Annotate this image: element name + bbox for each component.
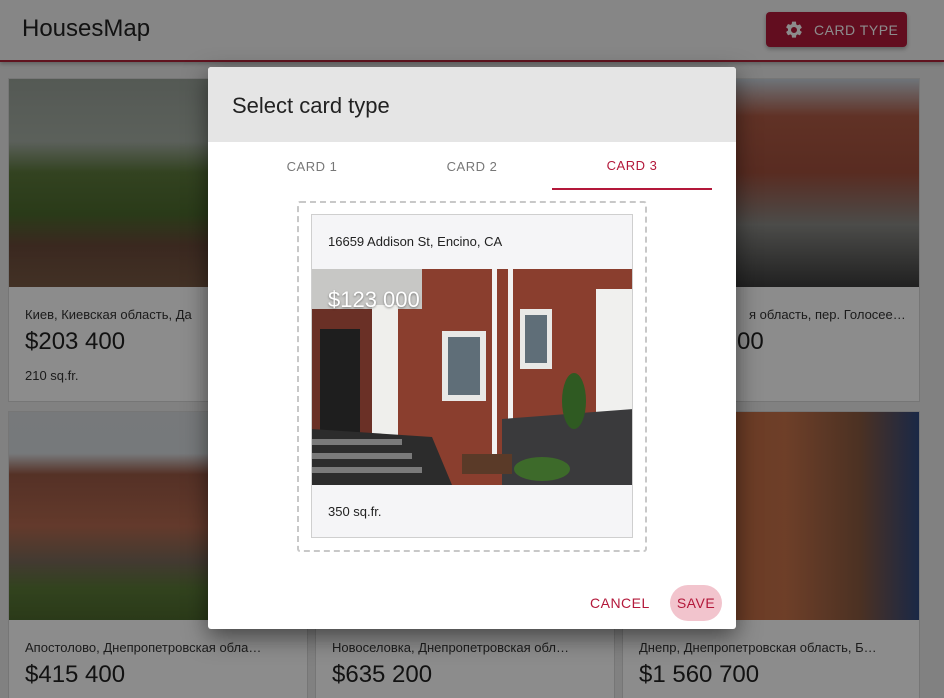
dialog-title: Select card type <box>232 93 390 118</box>
card-type-tabs: CARD 1 CARD 2 CARD 3 <box>232 142 712 190</box>
tab-card-2[interactable]: CARD 2 <box>392 142 552 190</box>
select-card-type-dialog: Select card type CARD 1 CARD 2 CARD 3 16… <box>208 67 736 629</box>
cancel-button[interactable]: CANCEL <box>590 590 650 616</box>
save-button[interactable]: SAVE <box>670 585 722 621</box>
tab-card-3[interactable]: CARD 3 <box>552 142 712 190</box>
preview-address: 16659 Addison St, Encino, CA <box>328 234 503 249</box>
preview-area: 350 sq.fr. <box>328 504 382 519</box>
preview-price: $123 000 <box>328 287 420 312</box>
preview-house-photo: $123 000 <box>312 269 632 485</box>
card-preview: 16659 Addison St, Encino, CA $123 000 35… <box>311 214 633 538</box>
dialog-header: Select card type <box>208 67 736 142</box>
tab-card-1[interactable]: CARD 1 <box>232 142 392 190</box>
